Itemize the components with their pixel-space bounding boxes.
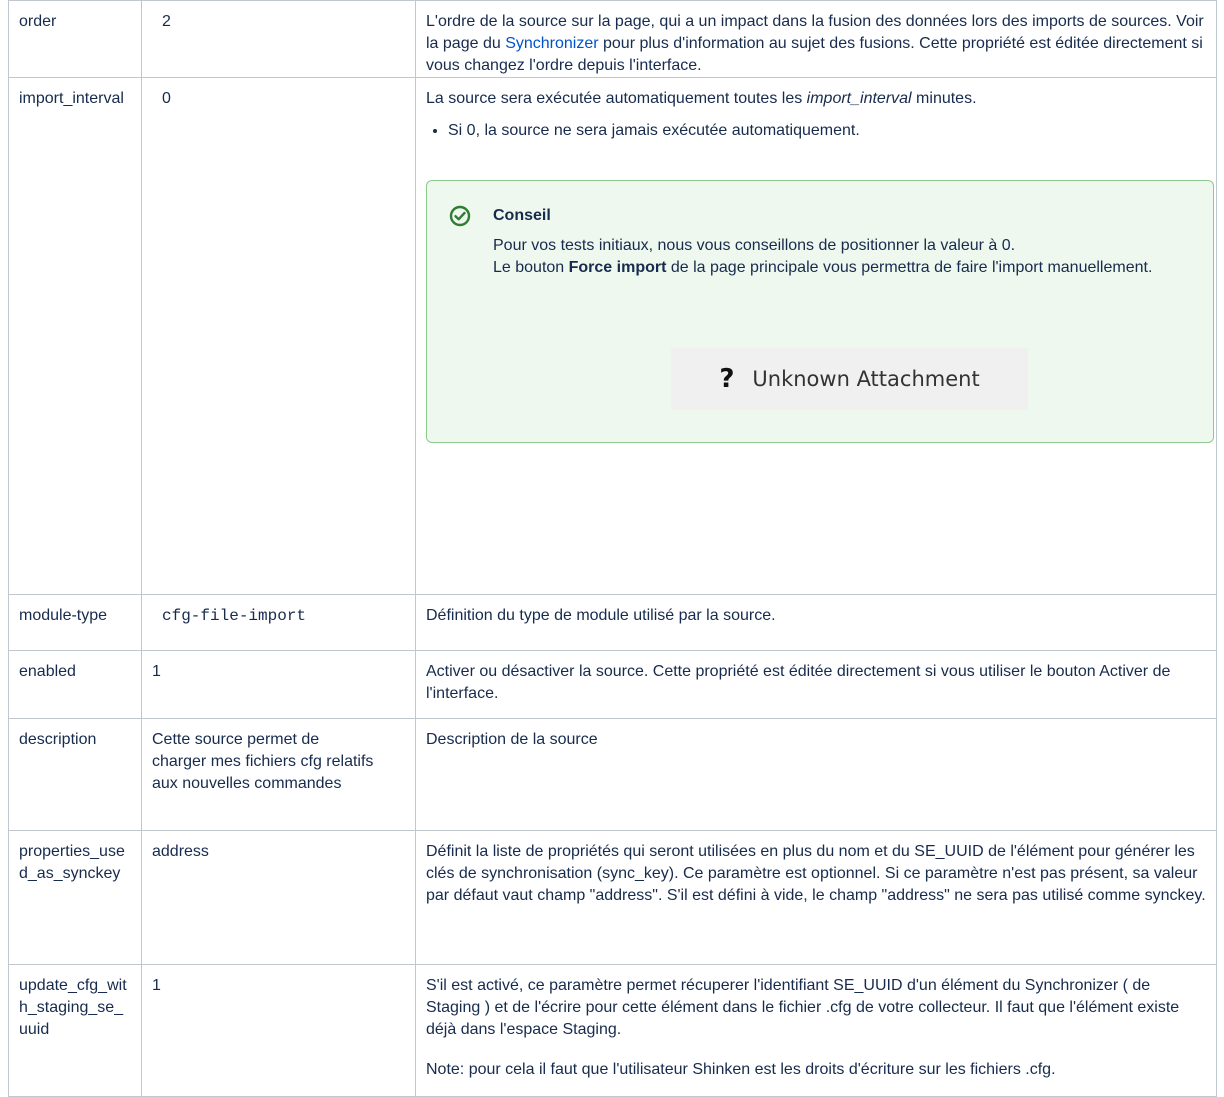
property-name: properties_used_as_synckey <box>8 830 142 965</box>
description-text: minutes. <box>911 90 977 107</box>
synchronizer-link[interactable]: Synchronizer <box>505 35 598 52</box>
description-text: S'il est activé, ce paramètre permet réc… <box>426 977 1180 1038</box>
tip-line: de la page principale vous permettra de … <box>666 259 1153 276</box>
tip-line: Pour vos tests initiaux, nous vous conse… <box>493 237 1016 254</box>
property-name: import_interval <box>8 77 142 595</box>
table-row: module-type cfg-file-import Définition d… <box>8 594 1217 651</box>
table-row: description Cette source permet de charg… <box>8 718 1217 831</box>
property-description: S'il est activé, ce paramètre permet réc… <box>415 964 1217 1097</box>
property-name: description <box>8 718 142 831</box>
property-value: cfg-file-import <box>141 594 416 651</box>
property-name: update_cfg_with_staging_se_uuid <box>8 964 142 1097</box>
note-text: Note: pour cela il faut que l'utilisateu… <box>426 1061 1056 1078</box>
property-value: 0 <box>141 77 416 595</box>
unknown-attachment[interactable]: ? Unknown Attachment <box>671 348 1028 410</box>
property-value: address <box>141 830 416 965</box>
property-name: order <box>8 0 142 78</box>
list-item: Si 0, la source ne sera jamais exécutée … <box>448 120 1206 142</box>
emphasis-text: import_interval <box>806 90 912 107</box>
properties-table: order 2 L'ordre de la source sur la page… <box>8 0 1217 1097</box>
table-row: order 2 L'ordre de la source sur la page… <box>8 0 1217 78</box>
property-value: 1 <box>141 964 416 1097</box>
tip-title: Conseil <box>493 207 551 224</box>
property-description: L'ordre de la source sur la page, qui a … <box>415 0 1217 78</box>
property-description: Description de la source <box>415 718 1217 831</box>
property-value: 2 <box>141 0 416 78</box>
tip-line: Le bouton <box>493 259 569 276</box>
force-import-label: Force import <box>568 259 667 276</box>
check-circle-icon <box>449 205 471 227</box>
property-value: 1 <box>141 650 416 719</box>
description-text: La source sera exécutée automatiquement … <box>426 90 807 107</box>
table-row: properties_used_as_synckey address Défin… <box>8 830 1217 965</box>
tip-body: Pour vos tests initiaux, nous vous conse… <box>493 235 1193 279</box>
property-description: Définit la liste de propriétés qui seron… <box>415 830 1217 965</box>
table-row: update_cfg_with_staging_se_uuid 1 S'il e… <box>8 964 1217 1097</box>
table-row: enabled 1 Activer ou désactiver la sourc… <box>8 650 1217 719</box>
property-description: La source sera exécutée automatiquement … <box>415 77 1217 595</box>
property-value: Cette source permet de charger mes fichi… <box>141 718 416 831</box>
tip-panel: Conseil Pour vos tests initiaux, nous vo… <box>426 180 1214 443</box>
attachment-label: Unknown Attachment <box>752 367 980 391</box>
question-mark-icon: ? <box>719 364 735 394</box>
property-name: module-type <box>8 594 142 651</box>
table-row: import_interval 0 La source sera exécuté… <box>8 77 1217 595</box>
code-value: cfg-file-import <box>162 607 307 625</box>
property-description: Définition du type de module utilisé par… <box>415 594 1217 651</box>
property-description: Activer ou désactiver la source. Cette p… <box>415 650 1217 719</box>
property-name: enabled <box>8 650 142 719</box>
bullet-list: Si 0, la source ne sera jamais exécutée … <box>426 120 1206 142</box>
